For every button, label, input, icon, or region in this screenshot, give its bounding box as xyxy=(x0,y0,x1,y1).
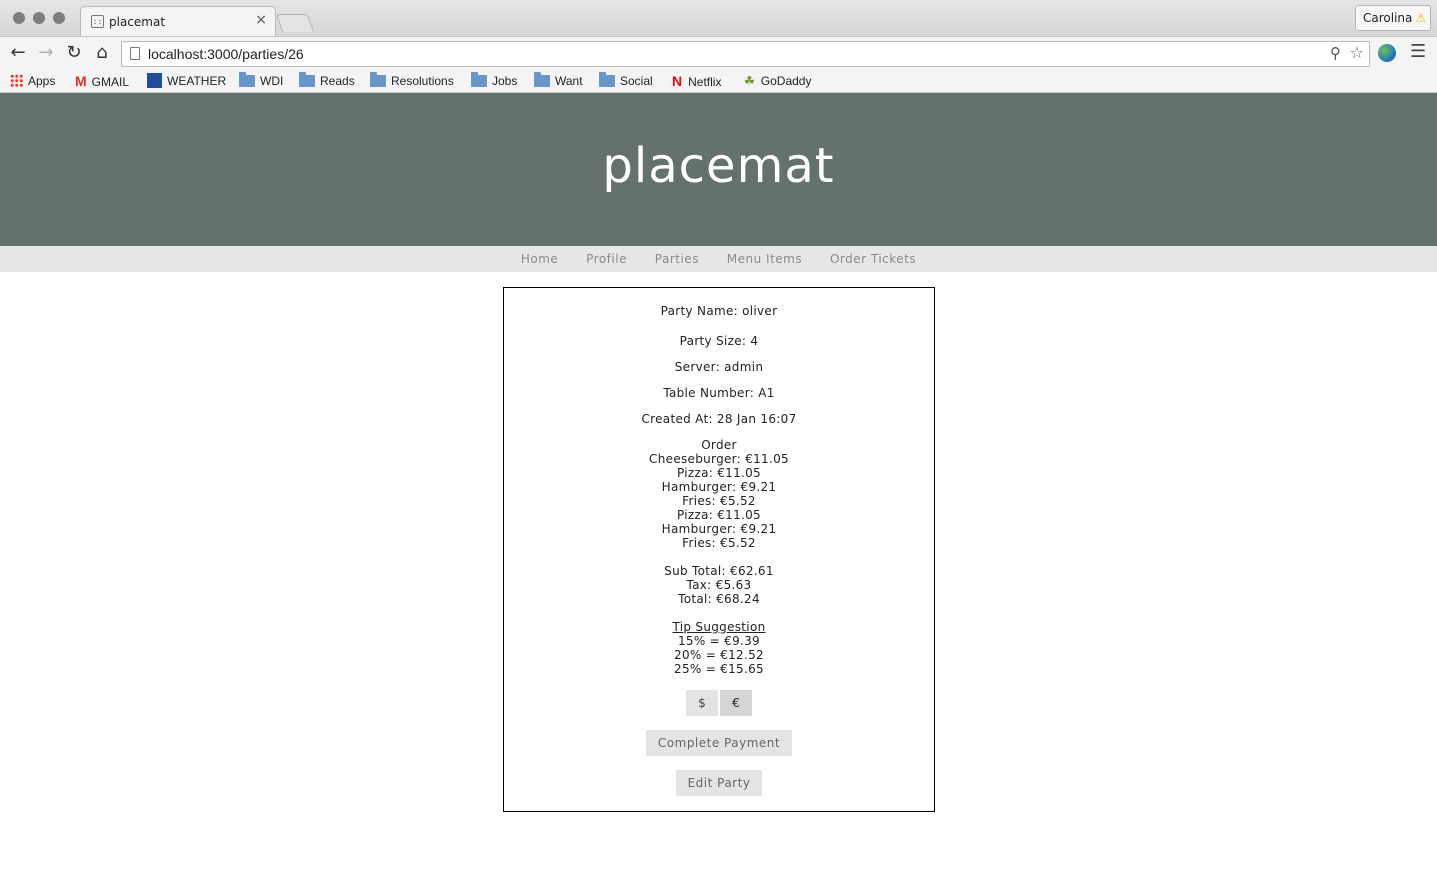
nav-order-tickets[interactable]: Order Tickets xyxy=(830,252,916,266)
tip-option: 25% = €15.65 xyxy=(674,662,764,676)
tab-close-icon[interactable]: × xyxy=(255,12,267,28)
order-item: Hamburger: €9.21 xyxy=(661,522,777,536)
bookmark-wdi[interactable]: WDI xyxy=(239,71,283,90)
order-item: Cheeseburger: €11.05 xyxy=(649,452,789,466)
party-name: Party Name: oliver xyxy=(660,304,778,318)
tip-option: 15% = €9.39 xyxy=(677,634,760,648)
table-number: Table Number: A1 xyxy=(663,386,775,400)
folder-icon xyxy=(471,71,487,87)
page-favicon-icon: :: xyxy=(91,15,104,28)
home-icon[interactable]: ⌂ xyxy=(90,41,114,65)
folder-icon xyxy=(534,71,550,87)
order-title: Order xyxy=(701,438,737,452)
complete-payment-button[interactable]: Complete Payment xyxy=(645,730,793,756)
currency-usd-button[interactable]: $ xyxy=(686,690,718,716)
apps-grid-icon xyxy=(10,74,23,88)
bookmark-gmail[interactable]: M GMAIL xyxy=(75,72,129,90)
folder-icon xyxy=(370,71,386,87)
totals-section: Sub Total: €62.61 Tax: €5.63 Total: €68.… xyxy=(504,564,934,606)
bookmark-star-icon[interactable]: ☆ xyxy=(1350,43,1364,62)
order-item: Hamburger: €9.21 xyxy=(661,480,777,494)
tip-suggestion-title: Tip Suggestion xyxy=(672,620,766,634)
browser-toolbar: ← → ↻ ⌂ localhost:3000/parties/26 ⚲ ☆ ☰ xyxy=(0,36,1437,69)
tip-section: Tip Suggestion 15% = €9.39 20% = €12.52 … xyxy=(504,620,934,676)
back-arrow-icon[interactable]: ← xyxy=(6,41,30,65)
browser-tab-bar: :: placemat × Carolina ⚠ xyxy=(0,0,1437,36)
gmail-icon: M xyxy=(75,73,87,89)
currency-toggle: $ € xyxy=(504,690,934,716)
tip-option: 20% = €12.52 xyxy=(674,648,764,662)
currency-eur-button[interactable]: € xyxy=(720,690,752,716)
minimize-window-icon[interactable] xyxy=(33,12,45,24)
bookmark-social[interactable]: Social xyxy=(599,71,653,90)
bookmark-resolutions[interactable]: Resolutions xyxy=(370,71,454,90)
bookmark-reads[interactable]: Reads xyxy=(299,71,355,90)
edit-row: Edit Party xyxy=(504,770,934,796)
forward-arrow-icon[interactable]: → xyxy=(34,41,58,65)
tax: Tax: €5.63 xyxy=(686,578,752,592)
search-icon[interactable]: ⚲ xyxy=(1330,44,1341,62)
close-window-icon[interactable] xyxy=(13,12,25,24)
reload-icon[interactable]: ↻ xyxy=(62,41,86,65)
site-header: placemat xyxy=(0,93,1437,246)
party-server: Server: admin xyxy=(674,360,764,374)
order-item: Pizza: €11.05 xyxy=(676,466,761,480)
netflix-icon: N xyxy=(672,73,683,89)
bookmark-want[interactable]: Want xyxy=(534,71,583,90)
created-at: Created At: 28 Jan 16:07 xyxy=(641,412,797,426)
subtotal: Sub Total: €62.61 xyxy=(664,564,774,578)
profile-name: Carolina xyxy=(1363,11,1413,25)
site-nav: Home Profile Parties Menu Items Order Ti… xyxy=(0,246,1437,272)
order-item: Pizza: €11.05 xyxy=(676,508,761,522)
nav-parties[interactable]: Parties xyxy=(655,252,699,266)
folder-icon xyxy=(599,71,615,87)
profile-button[interactable]: Carolina ⚠ xyxy=(1355,5,1431,31)
edit-party-button[interactable]: Edit Party xyxy=(675,770,763,796)
payment-row: Complete Payment xyxy=(504,730,934,756)
browser-menu-icon[interactable]: ☰ xyxy=(1410,41,1426,62)
party-details-card: Party Name: oliver Party Size: 4 Server:… xyxy=(503,287,935,812)
order-item: Fries: €5.52 xyxy=(682,494,756,508)
page-icon xyxy=(130,47,140,60)
bookmark-weather[interactable]: WEATHER xyxy=(147,72,226,90)
extension-globe-icon[interactable] xyxy=(1378,44,1396,62)
bookmark-apps[interactable]: Apps xyxy=(10,72,55,90)
tab-title: placemat xyxy=(109,15,166,29)
order-item: Fries: €5.52 xyxy=(682,536,756,550)
site-logo[interactable]: placemat xyxy=(0,138,1437,194)
warning-icon: ⚠ xyxy=(1415,11,1427,25)
total: Total: €68.24 xyxy=(678,592,760,606)
bookmarks-bar: Apps M GMAIL WEATHER WDI Reads Resolution… xyxy=(0,69,1437,93)
folder-icon xyxy=(299,71,315,87)
bookmark-godaddy[interactable]: ☘ GoDaddy xyxy=(744,72,811,90)
godaddy-icon: ☘ xyxy=(744,74,755,88)
folder-icon xyxy=(239,71,255,87)
nav-menu-items[interactable]: Menu Items xyxy=(727,252,802,266)
order-section: Order Cheeseburger: €11.05 Pizza: €11.05… xyxy=(504,438,934,550)
maximize-window-icon[interactable] xyxy=(53,12,65,24)
weather-icon xyxy=(147,73,162,89)
url-text: localhost:3000/parties/26 xyxy=(148,46,304,62)
party-size: Party Size: 4 xyxy=(679,334,759,348)
address-bar[interactable]: localhost:3000/parties/26 ⚲ ☆ xyxy=(121,41,1370,67)
nav-home[interactable]: Home xyxy=(521,252,558,266)
browser-tab-placemat[interactable]: :: placemat × xyxy=(80,6,276,36)
bookmark-netflix[interactable]: N Netflix xyxy=(672,72,721,90)
new-tab-button[interactable] xyxy=(275,14,315,32)
nav-profile[interactable]: Profile xyxy=(586,252,627,266)
bookmark-jobs[interactable]: Jobs xyxy=(471,71,517,90)
